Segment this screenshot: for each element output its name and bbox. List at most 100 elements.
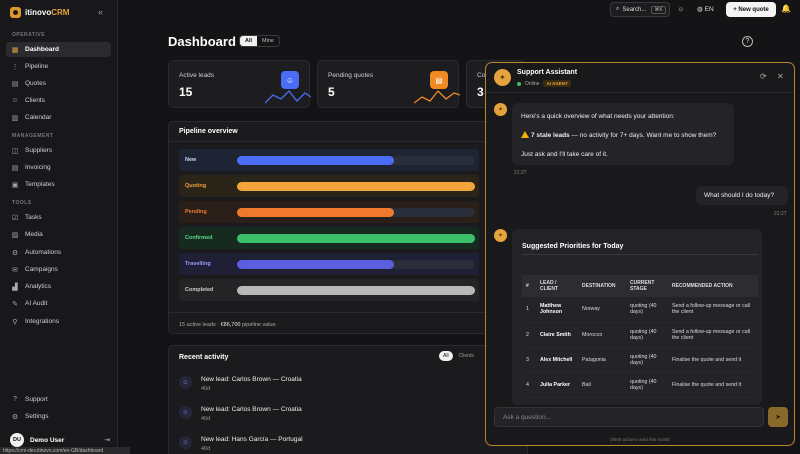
send-icon[interactable]: ➤ [768, 407, 788, 427]
logout-icon[interactable]: ⇥ [104, 436, 110, 444]
sidebar-item-label: Integrations [25, 318, 59, 325]
sidebar-item-pipeline[interactable]: ⋮ Pipeline [6, 59, 111, 74]
stat-label: Active leads [179, 72, 215, 79]
table-row[interactable]: 5LukeIcelandquotingFinalise the quote an… [522, 397, 758, 405]
table-cell: 5 [522, 397, 536, 405]
activity-item[interactable]: ☺ New lead: Carlos Brown — Croatia 40d [179, 406, 302, 422]
sidebar-item-label: Settings [25, 413, 49, 420]
support-icon: ? [13, 396, 17, 403]
ai-audit-icon: ✎ [12, 300, 18, 308]
sidebar-item-analytics[interactable]: ▟ Analytics [6, 279, 111, 294]
filter-mine[interactable]: Mine [257, 36, 279, 46]
activity-tab-clients[interactable]: Clients [455, 351, 478, 361]
sidebar-item-quotes[interactable]: ▤ Quotes [6, 76, 111, 91]
stage-bar-fill [237, 207, 395, 217]
sidebar-item-support[interactable]: ? Support [6, 392, 111, 407]
sidebar-item-label: Pipeline [25, 63, 49, 70]
actions-quota: 0/500 actions used this month [610, 437, 670, 442]
sidebar-item-automations[interactable]: ⚙ Automations [6, 245, 111, 260]
user-message: What should I do today? [696, 186, 788, 205]
table-cell: quoting (40 days) [626, 297, 668, 323]
ai-agent-badge: AI AGENT [543, 80, 571, 87]
sidebar-item-suppliers[interactable]: ◫ Suppliers [6, 143, 111, 158]
stage-label: New [185, 157, 197, 163]
table-cell: Matthew Johnson [536, 297, 578, 323]
assistant-message: Here's a quick overview of what needs yo… [512, 103, 734, 165]
table-cell: quoting (40 days) [626, 347, 668, 373]
language-button[interactable]: ◍ EN [697, 5, 714, 14]
sidebar-item-templates[interactable]: ▣ Templates [6, 177, 111, 192]
filter-all[interactable]: All [240, 36, 258, 46]
close-icon[interactable]: ✕ [777, 72, 784, 81]
automations-icon: ⚙ [11, 249, 19, 257]
table-row[interactable]: 1 Matthew Johnson Norway quoting (40 days) S… [522, 297, 758, 323]
sidebar-item-media[interactable]: ▨ Media [6, 227, 111, 242]
online-dot-icon [517, 81, 521, 86]
pipeline-stage-quoting[interactable]: Quoting [179, 173, 479, 199]
pipeline-stage-pending[interactable]: Pending [179, 199, 479, 225]
sidebar-item-dashboard[interactable]: ▦ Dashboard [6, 42, 111, 57]
priorities-title: Suggested Priorities for Today [522, 243, 624, 250]
templates-icon: ▣ [11, 181, 19, 189]
language-label: EN [704, 5, 714, 13]
pipeline-stage-new[interactable]: New [179, 147, 479, 173]
assistant-priorities-message: Suggested Priorities for Today # LEAD / … [512, 229, 762, 405]
notifications-bell-icon[interactable]: 🔔 [781, 4, 791, 13]
table-cell: Patagonia [578, 347, 626, 373]
sidebar-item-calendar[interactable]: ▥ Calendar [6, 110, 111, 125]
stage-bar-fill [237, 259, 395, 269]
theme-toggle-icon[interactable]: ☼ [677, 4, 684, 13]
sidebar-item-invoicing[interactable]: ▤ Invoicing [6, 160, 111, 175]
sidebar-item-label: Quotes [25, 80, 46, 87]
activity-item[interactable]: ☺ New lead: Hans García — Portugal 40d [179, 436, 303, 452]
stat-value: 5 [328, 85, 335, 99]
new-quote-button[interactable]: + New quote [726, 2, 776, 17]
table-cell: Finalise the quote and send it [668, 372, 758, 398]
search-button[interactable]: ⌕ Search... ⌘K [610, 2, 670, 17]
pipeline-stage-confirmed[interactable]: Confirmed [179, 225, 479, 251]
table-cell: Alex Mitchell [536, 347, 578, 373]
sidebar-item-ai-audit[interactable]: ✎ AI Audit [6, 296, 111, 311]
warning-icon [521, 131, 529, 138]
chat-title: Support Assistant [517, 69, 578, 76]
scope-filter: All Mine [239, 35, 280, 47]
activity-item[interactable]: ☺ New lead: Carlos Brown — Croatia 40d [179, 376, 302, 392]
bot-avatar-icon: ✦ [494, 69, 511, 86]
brand[interactable]: itinovo CRM [10, 7, 69, 18]
sidebar-item-settings[interactable]: ⚙ Settings [6, 409, 111, 424]
table-row[interactable]: 3 Alex Mitchell Patagonia quoting (40 days)… [522, 347, 758, 373]
table-row[interactable]: 2 Claire Smith Morocco quoting (40 days) Sen… [522, 322, 758, 348]
sidebar-item-tasks[interactable]: ☑ Tasks [6, 210, 111, 225]
user-menu[interactable]: DU Demo User ⇥ [10, 433, 110, 447]
chat-input[interactable]: Ask a question... [494, 407, 764, 427]
pipeline-overview-panel: Pipeline overview New Quoting Pending Confi… [168, 121, 528, 334]
globe-icon: ◍ [697, 6, 703, 13]
sidebar-item-label: Calendar [25, 114, 52, 121]
message-time: 21:27 [774, 211, 787, 217]
table-cell: Julia Parker [536, 372, 578, 398]
stage-label: Completed [185, 287, 214, 293]
quotes-icon: ▤ [11, 80, 19, 88]
sidebar-item-integrations[interactable]: ⚲ Integrations [6, 314, 111, 329]
table-cell: quoting (40 days) [626, 372, 668, 398]
sidebar-item-label: Invoicing [25, 164, 51, 171]
table-row[interactable]: 4 Julia Parker Bali quoting (40 days) Finali… [522, 372, 758, 398]
stage-bar-fill [237, 233, 475, 243]
sidebar-item-clients[interactable]: ☺ Clients [6, 93, 111, 108]
sidebar-item-campaigns[interactable]: ✉ Campaigns [6, 262, 111, 277]
stat-card-pending-quotes[interactable]: Pending quotes 5 ▤ [317, 60, 460, 108]
sparkline [414, 90, 460, 104]
pipeline-stage-completed[interactable]: Completed [179, 277, 479, 303]
activity-tab-all[interactable]: All [439, 351, 453, 361]
table-cell: Finalise the quote and send [668, 397, 758, 405]
stat-card-active-leads[interactable]: Active leads 15 ☺ [168, 60, 311, 108]
stage-label: Confirmed [185, 235, 213, 241]
campaigns-icon: ✉ [12, 266, 18, 274]
brand-name: itinovo [25, 8, 52, 17]
collapse-sidebar-button[interactable]: « [98, 7, 103, 17]
sidebar-item-label: Automations [25, 249, 62, 256]
pipeline-stage-travelling[interactable]: Travelling [179, 251, 479, 277]
help-icon[interactable]: ? [742, 36, 753, 47]
sidebar-item-label: Campaigns [25, 266, 58, 273]
refresh-icon[interactable]: ⟳ [760, 72, 767, 81]
